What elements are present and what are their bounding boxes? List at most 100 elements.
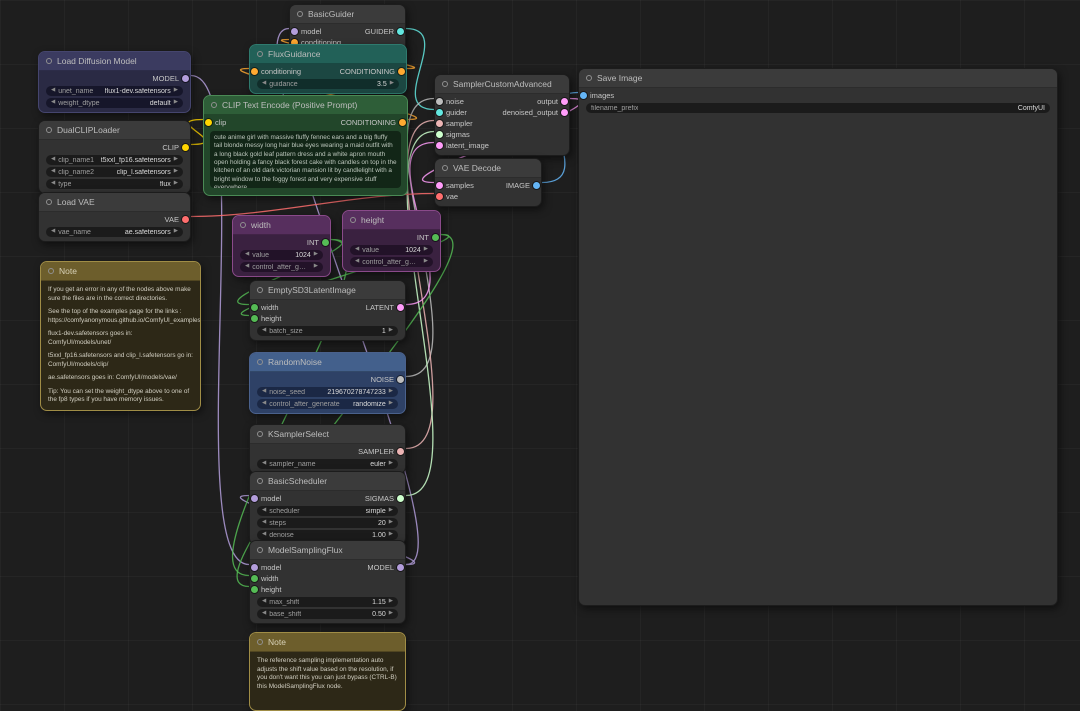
output-dot-vae[interactable] <box>182 216 189 223</box>
widget-clip-name2[interactable]: ◀ clip_name2 clip_l.safetensors ▶ <box>46 167 183 177</box>
prev-arrow-icon[interactable]: ◀ <box>51 100 55 106</box>
prev-arrow-icon[interactable]: ◀ <box>51 157 55 163</box>
widget-steps[interactable]: ◀ steps 20 ▶ <box>257 518 398 528</box>
node-header[interactable]: Load VAE <box>39 193 190 212</box>
collapse-dot-icon[interactable] <box>257 547 263 553</box>
widget-control-after-generate[interactable]: ◀ control_after_generate ▶ <box>350 257 433 267</box>
node-emptysd3latentimage[interactable]: EmptySD3LatentImage width LATENT height … <box>249 280 406 341</box>
collapse-dot-icon[interactable] <box>46 199 52 205</box>
next-arrow-icon[interactable]: ▶ <box>174 157 178 163</box>
input-dot-width[interactable] <box>251 304 258 311</box>
node-note-left[interactable]: Note If you get an error in any of the n… <box>40 261 201 411</box>
node-randomnoise[interactable]: RandomNoise NOISE ◀ noise_seed 219670278… <box>249 352 406 414</box>
widget-type[interactable]: ◀ type flux ▶ <box>46 179 183 189</box>
collapse-dot-icon[interactable] <box>257 431 263 437</box>
collapse-dot-icon[interactable] <box>211 102 217 108</box>
widget-base-shift[interactable]: ◀ base_shift 0.50 ▶ <box>257 609 398 619</box>
next-arrow-icon[interactable]: ▶ <box>389 461 393 467</box>
input-dot-width[interactable] <box>251 575 258 582</box>
output-dot-image[interactable] <box>533 182 540 189</box>
next-arrow-icon[interactable]: ▶ <box>389 508 393 514</box>
node-header[interactable]: EmptySD3LatentImage <box>250 281 405 300</box>
input-dot-height[interactable] <box>251 315 258 322</box>
next-arrow-icon[interactable]: ▶ <box>389 401 393 407</box>
output-dot-guider[interactable] <box>397 28 404 35</box>
output-dot-sampler[interactable] <box>397 448 404 455</box>
next-arrow-icon[interactable]: ▶ <box>389 599 393 605</box>
node-load-vae[interactable]: Load VAE VAE ◀ vae_name ae.safetensors ▶ <box>38 192 191 242</box>
node-dualcliploader[interactable]: DualCLIPLoader CLIP ◀ clip_name1 t5xxl_f… <box>38 120 191 194</box>
next-arrow-icon[interactable]: ▶ <box>314 252 318 258</box>
widget-max-shift[interactable]: ◀ max_shift 1.15 ▶ <box>257 597 398 607</box>
prev-arrow-icon[interactable]: ◀ <box>262 389 266 395</box>
widget-batch-size[interactable]: ◀ batch_size 1 ▶ <box>257 326 398 336</box>
collapse-dot-icon[interactable] <box>257 639 263 645</box>
collapse-dot-icon[interactable] <box>240 222 246 228</box>
next-arrow-icon[interactable]: ▶ <box>174 229 178 235</box>
widget-denoise[interactable]: ◀ denoise 1.00 ▶ <box>257 530 398 540</box>
node-header[interactable]: KSamplerSelect <box>250 425 405 444</box>
node-header[interactable]: FluxGuidance <box>250 45 406 64</box>
collapse-dot-icon[interactable] <box>257 51 263 57</box>
prev-arrow-icon[interactable]: ◀ <box>355 247 359 253</box>
node-header[interactable]: width <box>233 216 330 235</box>
input-dot-images[interactable] <box>580 92 587 99</box>
output-dot-sigmas[interactable] <box>397 495 404 502</box>
widget-weight-dtype[interactable]: ◀ weight_dtype default ▶ <box>46 98 183 108</box>
next-arrow-icon[interactable]: ▶ <box>424 247 428 253</box>
prev-arrow-icon[interactable]: ◀ <box>262 508 266 514</box>
prev-arrow-icon[interactable]: ◀ <box>262 81 266 87</box>
prev-arrow-icon[interactable]: ◀ <box>51 229 55 235</box>
prev-arrow-icon[interactable]: ◀ <box>51 169 55 175</box>
prev-arrow-icon[interactable]: ◀ <box>262 461 266 467</box>
node-header[interactable]: SamplerCustomAdvanced <box>435 75 569 94</box>
prev-arrow-icon[interactable]: ◀ <box>245 264 249 270</box>
input-dot-conditioning[interactable] <box>251 68 258 75</box>
node-height[interactable]: height INT ◀ value 1024 ▶ ◀ control_afte… <box>342 210 441 272</box>
widget-vae-name[interactable]: ◀ vae_name ae.safetensors ▶ <box>46 227 183 237</box>
collapse-dot-icon[interactable] <box>48 268 54 274</box>
next-arrow-icon[interactable]: ▶ <box>424 259 428 265</box>
output-dot-noise[interactable] <box>397 376 404 383</box>
next-arrow-icon[interactable]: ▶ <box>389 611 393 617</box>
prev-arrow-icon[interactable]: ◀ <box>262 328 266 334</box>
input-dot-sampler[interactable] <box>436 120 443 127</box>
output-dot-int[interactable] <box>432 234 439 241</box>
widget-clip-name1[interactable]: ◀ clip_name1 t5xxl_fp16.safetensors ▶ <box>46 155 183 165</box>
next-arrow-icon[interactable]: ▶ <box>389 532 393 538</box>
collapse-dot-icon[interactable] <box>297 11 303 17</box>
collapse-dot-icon[interactable] <box>46 58 52 64</box>
node-header[interactable]: Note <box>250 633 405 652</box>
node-basicscheduler[interactable]: BasicScheduler model SIGMAS ◀ scheduler … <box>249 471 406 545</box>
prev-arrow-icon[interactable]: ◀ <box>262 520 266 526</box>
node-header[interactable]: Load Diffusion Model <box>39 52 190 71</box>
next-arrow-icon[interactable]: ▶ <box>174 100 178 106</box>
collapse-dot-icon[interactable] <box>46 127 52 133</box>
node-header[interactable]: BasicScheduler <box>250 472 405 491</box>
output-dot-model[interactable] <box>397 564 404 571</box>
node-header[interactable]: RandomNoise <box>250 353 405 372</box>
node-load-diffusion-model[interactable]: Load Diffusion Model MODEL ◀ unet_name f… <box>38 51 191 113</box>
input-dot-sigmas[interactable] <box>436 131 443 138</box>
node-header[interactable]: CLIP Text Encode (Positive Prompt) <box>204 96 407 115</box>
node-header[interactable]: BasicGuider <box>290 5 405 24</box>
output-dot-conditioning[interactable] <box>399 119 406 126</box>
node-vae-decode[interactable]: VAE Decode samples IMAGE vae <box>434 158 542 207</box>
prev-arrow-icon[interactable]: ◀ <box>51 181 55 187</box>
input-dot-vae[interactable] <box>436 193 443 200</box>
widget-value[interactable]: ◀ value 1024 ▶ <box>240 250 323 260</box>
node-note-bottom[interactable]: Note The reference sampling implementati… <box>249 632 406 711</box>
prev-arrow-icon[interactable]: ◀ <box>355 259 359 265</box>
widget-sampler-name[interactable]: ◀ sampler_name euler ▶ <box>257 459 398 469</box>
graph-canvas[interactable]: BasicGuider model GUIDER conditioning Lo… <box>0 0 1080 711</box>
prev-arrow-icon[interactable]: ◀ <box>262 599 266 605</box>
next-arrow-icon[interactable]: ▶ <box>314 264 318 270</box>
node-header[interactable]: height <box>343 211 440 230</box>
widget-scheduler[interactable]: ◀ scheduler simple ▶ <box>257 506 398 516</box>
input-dot-clip[interactable] <box>205 119 212 126</box>
input-dot-model[interactable] <box>251 564 258 571</box>
output-dot-model[interactable] <box>182 75 189 82</box>
prev-arrow-icon[interactable]: ◀ <box>245 252 249 258</box>
widget-control-after-generate[interactable]: ◀ control_after_generate ▶ <box>240 262 323 272</box>
node-header[interactable]: Save Image <box>579 69 1057 88</box>
